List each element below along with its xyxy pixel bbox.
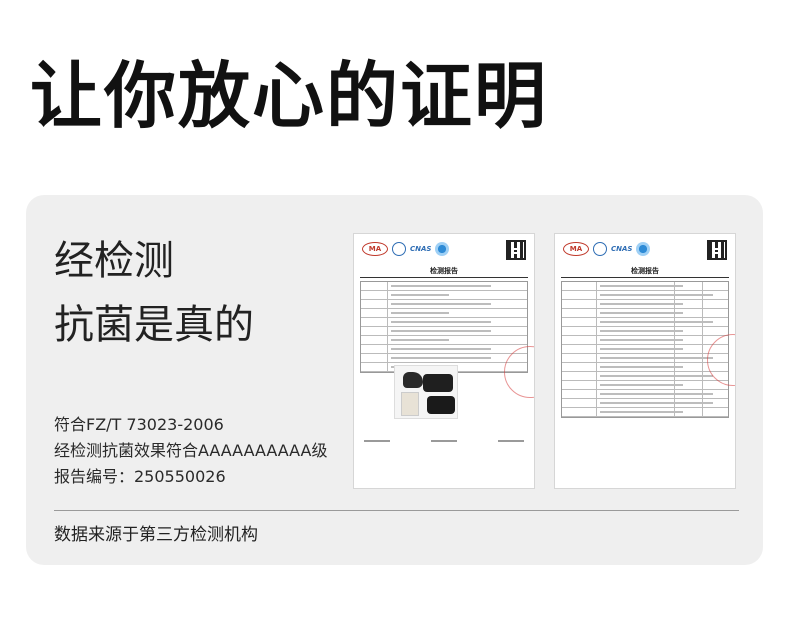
seal-logo-icon (392, 242, 406, 256)
cnas-logo-icon: CNAS (410, 245, 432, 253)
data-source-text: 数据来源于第三方检测机构 (54, 525, 258, 545)
report-table (360, 281, 528, 373)
report-title: 检测报告 (430, 267, 458, 275)
headline: 让你放心的证明 (30, 54, 549, 138)
sample-label (401, 392, 419, 416)
divider (54, 510, 739, 511)
report-table (561, 281, 729, 418)
title-rule (561, 277, 729, 278)
report-number-text: 报告编号：250550026 (54, 467, 226, 486)
standard-text: 符合FZ/T 73023-2006 (54, 415, 224, 434)
sample-photo (394, 365, 458, 419)
cnas-logo-icon: CNAS (611, 245, 633, 253)
title-rule (360, 277, 528, 278)
signature (431, 440, 457, 442)
ilac-logo-icon (435, 242, 450, 256)
ma-logo-icon: MA (563, 242, 589, 256)
glove-sample (403, 372, 423, 388)
report-title: 检测报告 (631, 267, 659, 275)
lead-line-1: 经检测 (54, 238, 174, 284)
accreditation-logos: MA CNAS (563, 242, 651, 256)
ma-logo-icon: MA (362, 242, 388, 256)
ilac-logo-icon (636, 242, 651, 256)
lead-line-2: 抗菌是真的 (54, 302, 254, 348)
signature (364, 440, 390, 442)
grade-text: 经检测抗菌效果符合AAAAAAAAAA级 (54, 441, 328, 460)
seal-logo-icon (593, 242, 607, 256)
test-report-page-2: MA CNAS 检测报告 (554, 233, 736, 489)
qr-code-icon (506, 240, 526, 260)
signature (498, 440, 524, 442)
accreditation-logos: MA CNAS (362, 242, 450, 256)
sample-pad (423, 374, 453, 392)
signature-row (364, 440, 524, 442)
qr-code-icon (707, 240, 727, 260)
certificate-card: 经检测 抗菌是真的 符合FZ/T 73023-2006 经检测抗菌效果符合AAA… (26, 195, 763, 565)
sample-pad (427, 396, 455, 414)
test-report-page-1: MA CNAS 检测报告 (353, 233, 535, 489)
